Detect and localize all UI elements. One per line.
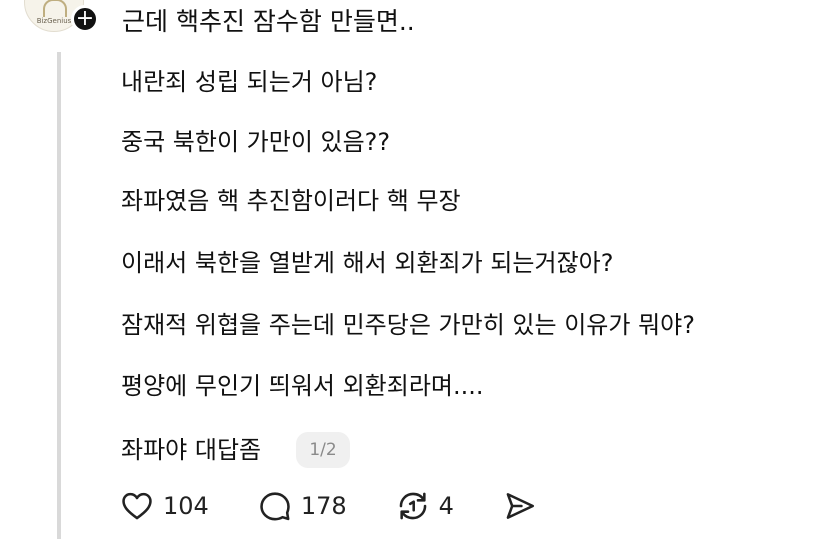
like-button[interactable]: 104	[119, 489, 209, 523]
comment-button[interactable]: 178	[257, 489, 347, 523]
post-line: 이래서 북한을 열받게 해서 외환죄가 되는거잖아?	[121, 249, 614, 277]
send-icon	[502, 489, 538, 523]
repost-button[interactable]: 4	[395, 489, 454, 523]
post-line: 좌파야 대답좀	[121, 436, 262, 464]
action-bar: 104 178 4	[119, 486, 538, 526]
follow-plus-icon[interactable]: +	[71, 5, 99, 33]
repost-count: 4	[438, 492, 454, 520]
logo-mark-icon	[43, 0, 67, 17]
repost-icon	[395, 489, 431, 523]
post-line: 내란죄 성립 되는거 아님?	[121, 68, 378, 96]
post-line: 중국 북한이 가만이 있음??	[121, 128, 391, 156]
comment-bubble-icon	[257, 489, 293, 523]
post-line: 좌파였음 핵 추진함이러다 핵 무장	[121, 187, 461, 215]
post-line: 잠재적 위협을 주는데 민주당은 가만히 있는 이유가 뭐야?	[121, 311, 695, 339]
page-indicator-badge: 1/2	[296, 432, 350, 468]
post-line: 평양에 무인기 띄워서 외환죄라며....	[121, 372, 484, 400]
thread-line	[57, 52, 61, 539]
post-first-line: 근데 핵추진 잠수함 만들면..	[122, 7, 415, 36]
heart-icon	[119, 489, 155, 523]
like-count: 104	[163, 492, 209, 520]
share-button[interactable]	[502, 489, 538, 523]
comment-count: 178	[300, 492, 347, 520]
